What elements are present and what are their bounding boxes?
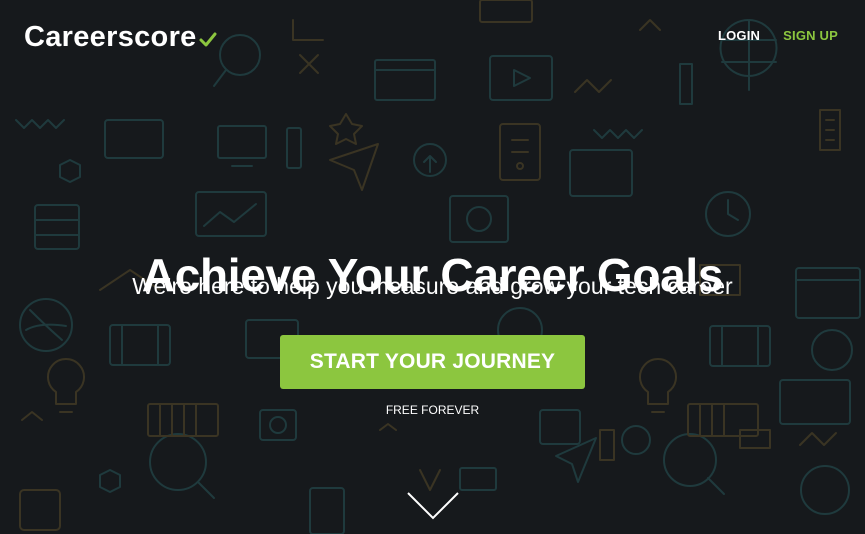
brand-logo[interactable]: Careerscore [24, 18, 218, 56]
free-forever-note: FREE FOREVER [385, 403, 480, 417]
chevron-down-icon[interactable] [405, 490, 461, 522]
top-nav: LOGIN SIGN UP [718, 29, 838, 43]
hero-subheadline: We’re here to help you measure and grow … [132, 273, 733, 299]
brand-name: Careerscore [24, 21, 197, 53]
start-journey-button[interactable]: START YOUR JOURNEY [280, 335, 585, 389]
login-link[interactable]: LOGIN [718, 29, 760, 43]
signup-link[interactable]: SIGN UP [783, 29, 838, 43]
checkmark-icon [199, 32, 217, 47]
